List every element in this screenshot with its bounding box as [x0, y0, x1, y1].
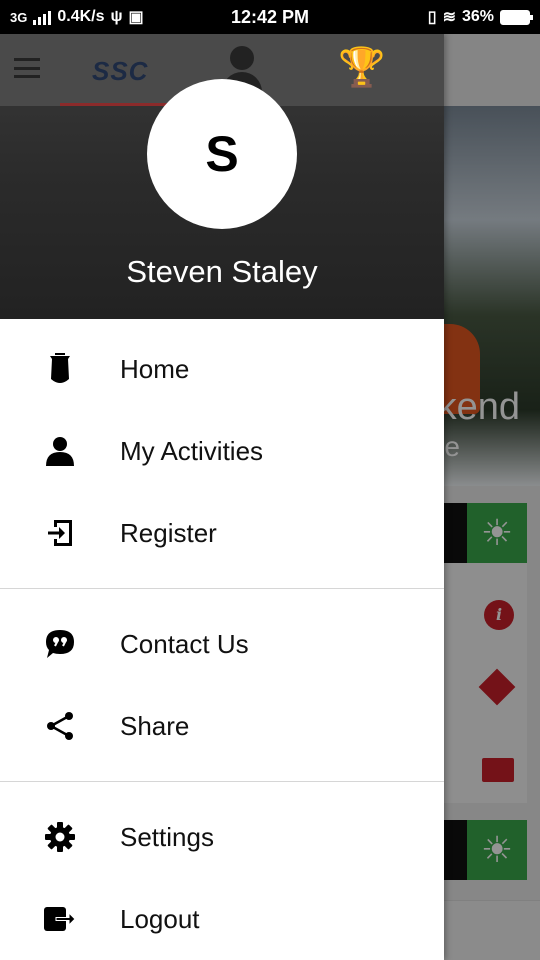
- battery-icon: [500, 9, 533, 25]
- battery-percent: 36%: [461, 8, 494, 25]
- menu-label-my-activities: My Activities: [120, 435, 264, 466]
- menu-item-home[interactable]: Home: [0, 328, 444, 410]
- wifi-icon: ≋: [442, 9, 456, 26]
- usb-icon: ψ: [110, 8, 123, 25]
- network-type: 3G: [10, 9, 28, 25]
- drawer-header: SSC 🏆 S Steven Staley: [0, 34, 444, 319]
- person-icon: [44, 435, 76, 467]
- menu-divider: [0, 588, 444, 589]
- status-bar: 3G 0.4K/s ψ ▣ 12:42 PM ▯ ≋ 36%: [0, 0, 540, 34]
- menu-item-logout[interactable]: Logout: [0, 878, 444, 960]
- logout-icon: [44, 903, 76, 935]
- menu-label-logout: Logout: [120, 903, 200, 934]
- menu-label-settings: Settings: [120, 821, 214, 852]
- menu-label-contact-us: Contact Us: [120, 628, 249, 659]
- menu-group-main: Home My Activities Register: [0, 319, 444, 574]
- menu-item-settings[interactable]: Settings: [0, 796, 444, 878]
- trophy-icon: 🏆: [338, 47, 386, 89]
- menu-icon[interactable]: [14, 58, 40, 78]
- menu-item-my-activities[interactable]: My Activities: [0, 410, 444, 492]
- lantern-icon: [44, 353, 76, 385]
- network-speed: 0.4K/s: [57, 8, 105, 25]
- menu-item-share[interactable]: Share: [0, 685, 444, 767]
- menu-label-share: Share: [120, 710, 190, 741]
- navigation-drawer: SSC 🏆 S Steven Staley Home My Activities: [0, 34, 444, 960]
- quote-bubble-icon: [44, 628, 76, 660]
- menu-divider: [0, 781, 444, 782]
- menu-label-home: Home: [120, 353, 190, 384]
- tab-indicator: [60, 103, 170, 106]
- menu-group-contact: Contact Us Share: [0, 603, 444, 767]
- vibrate-icon: ▯: [427, 9, 437, 26]
- menu-label-register: Register: [120, 517, 217, 548]
- avatar[interactable]: S: [147, 79, 297, 229]
- screen: 3G 0.4K/s ψ ▣ 12:42 PM ▯ ≋ 36% kend e i: [0, 0, 540, 960]
- share-icon: [44, 710, 76, 742]
- ssc-logo: SSC: [92, 56, 149, 86]
- login-icon: [44, 517, 76, 549]
- menu-item-contact-us[interactable]: Contact Us: [0, 603, 444, 685]
- signal-icon: [33, 9, 52, 25]
- gear-icon: [44, 821, 76, 853]
- menu-item-register[interactable]: Register: [0, 492, 444, 574]
- menu-group-account: Settings Logout: [0, 796, 444, 960]
- username: Steven Staley: [126, 254, 318, 289]
- notification-icon: ▣: [128, 9, 144, 26]
